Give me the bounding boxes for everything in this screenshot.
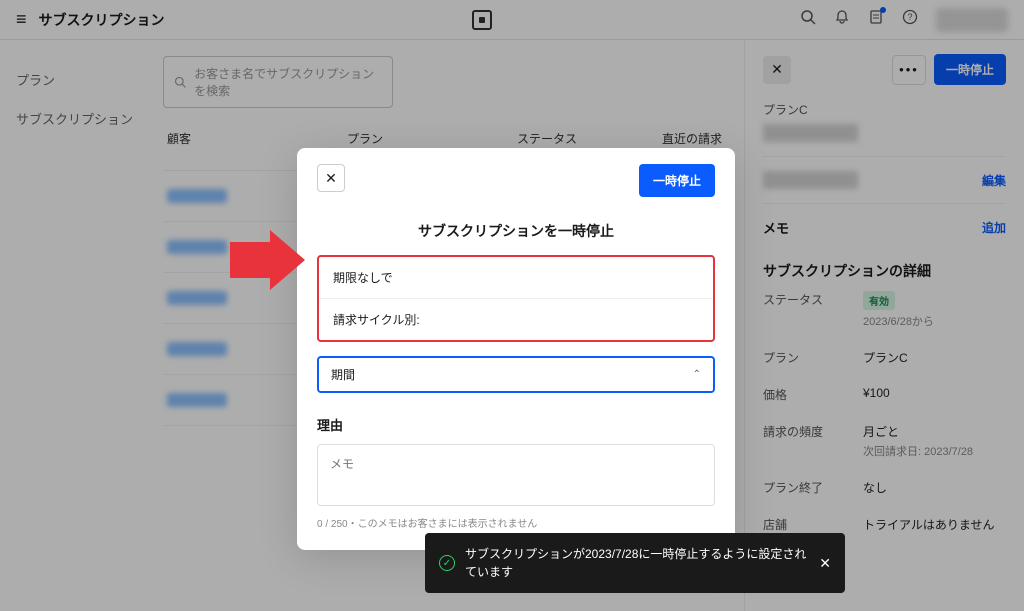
check-icon: ✓ bbox=[439, 555, 455, 571]
memo-hint: 0 / 250・このメモはお客さまには表示されません bbox=[317, 515, 715, 530]
toast-close-button[interactable]: ✕ bbox=[819, 555, 831, 572]
period-select[interactable]: 期間 ⌃ bbox=[317, 356, 715, 393]
period-placeholder: 期間 bbox=[331, 366, 355, 383]
modal-title: サブスクリプションを一時停止 bbox=[317, 221, 715, 241]
chevron-up-icon: ⌃ bbox=[693, 369, 701, 380]
option-by-cycle[interactable]: 請求サイクル別: bbox=[319, 299, 713, 340]
reason-label: 理由 bbox=[317, 415, 715, 434]
pause-option-group: 期限なしで 請求サイクル別: bbox=[317, 255, 715, 342]
toast-text: サブスクリプションが2023/7/28に一時停止するように設定されています bbox=[465, 545, 809, 581]
annotation-arrow-icon bbox=[230, 230, 305, 290]
modal-pause-button[interactable]: 一時停止 bbox=[639, 164, 715, 197]
pause-subscription-modal: ✕ 一時停止 サブスクリプションを一時停止 期限なしで 請求サイクル別: 期間 … bbox=[297, 148, 735, 550]
toast-notification: ✓ サブスクリプションが2023/7/28に一時停止するように設定されています … bbox=[425, 533, 845, 593]
memo-textarea[interactable] bbox=[317, 444, 715, 506]
modal-close-button[interactable]: ✕ bbox=[317, 164, 345, 192]
option-indefinite[interactable]: 期限なしで bbox=[319, 257, 713, 299]
